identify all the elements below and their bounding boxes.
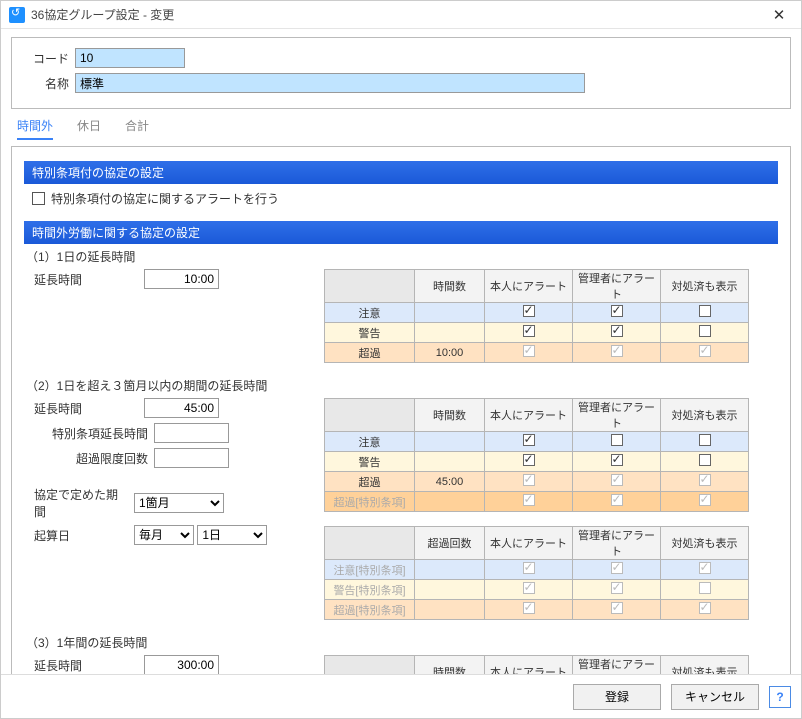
section-special: 特別条項付の協定の設定	[24, 161, 778, 184]
code-input[interactable]	[75, 48, 185, 68]
s2-ext-input[interactable]	[144, 398, 219, 418]
cancel-button[interactable]: キャンセル	[671, 684, 759, 710]
grid-checkbox	[611, 562, 623, 574]
s3-table: 時間数本人にアラート管理者にアラート対処済も表示注意警告超過300:00超過[特…	[324, 655, 749, 674]
s2-sp-input[interactable]	[154, 423, 229, 443]
header-panel: コード 名称	[11, 37, 791, 109]
submit-button[interactable]: 登録	[573, 684, 661, 710]
grid-checkbox	[523, 602, 535, 614]
grid-checkbox	[611, 345, 623, 357]
grid-checkbox[interactable]	[523, 305, 535, 317]
s1-ext-input[interactable]	[144, 269, 219, 289]
grid-checkbox	[611, 494, 623, 506]
tab-overtime[interactable]: 時間外	[17, 117, 53, 140]
grid-checkbox[interactable]	[523, 325, 535, 337]
s2-period-label: 協定で定めた期間	[24, 486, 134, 520]
s2-cnt-input[interactable]	[154, 448, 229, 468]
grid-checkbox[interactable]	[699, 325, 711, 337]
s2-start-month-select[interactable]: 毎月	[134, 525, 194, 545]
grid-checkbox	[699, 602, 711, 614]
s2-sp-label: 特別条項延長時間	[24, 425, 154, 442]
s1-title: （1）1日の延長時間	[26, 248, 778, 265]
s2-ext-label: 延長時間	[24, 400, 144, 417]
grid-checkbox[interactable]	[611, 454, 623, 466]
grid-checkbox	[523, 562, 535, 574]
grid-checkbox	[611, 582, 623, 594]
grid-checkbox[interactable]	[699, 434, 711, 446]
grid-checkbox	[611, 474, 623, 486]
grid-checkbox	[611, 602, 623, 614]
tab-total[interactable]: 合計	[125, 117, 149, 140]
grid-checkbox	[699, 562, 711, 574]
tabs: 時間外 休日 合計	[11, 109, 791, 146]
grid-checkbox	[523, 474, 535, 486]
name-input[interactable]	[75, 73, 585, 93]
special-alert-label: 特別条項付の協定に関するアラートを行う	[51, 190, 279, 207]
s3-ext-label: 延長時間	[24, 657, 144, 674]
app-icon	[9, 7, 25, 23]
grid-checkbox	[699, 474, 711, 486]
grid-checkbox	[699, 494, 711, 506]
s2-start-label: 起算日	[24, 527, 134, 544]
grid-checkbox	[523, 582, 535, 594]
titlebar: 36協定グループ設定 - 変更 ✕	[1, 1, 801, 29]
grid-checkbox[interactable]	[611, 434, 623, 446]
grid-checkbox[interactable]	[523, 434, 535, 446]
window-title: 36協定グループ設定 - 変更	[31, 6, 765, 23]
s3-ext-input[interactable]	[144, 655, 219, 674]
s3-title: （3）1年間の延長時間	[26, 634, 778, 651]
s1-table: 時間数本人にアラート管理者にアラート対処済も表示注意警告超過10:00	[324, 269, 749, 363]
grid-checkbox[interactable]	[699, 454, 711, 466]
code-label: コード	[24, 50, 69, 67]
settings-panel: 特別条項付の協定の設定 特別条項付の協定に関するアラートを行う 時間外労働に関す…	[11, 146, 791, 674]
grid-checkbox	[699, 345, 711, 357]
grid-checkbox[interactable]	[523, 454, 535, 466]
help-icon[interactable]: ?	[769, 686, 791, 708]
tab-holiday[interactable]: 休日	[77, 117, 101, 140]
special-alert-checkbox[interactable]	[32, 192, 45, 205]
content: コード 名称 時間外 休日 合計 特別条項付の協定の設定 特別条項付の協定に関す…	[1, 29, 801, 674]
window: 36協定グループ設定 - 変更 ✕ コード 名称 時間外 休日 合計 特別条項付…	[0, 0, 802, 719]
s2-title: （2）1日を超え３箇月以内の期間の延長時間	[26, 377, 778, 394]
grid-checkbox[interactable]	[611, 305, 623, 317]
s2b-table: 超過回数本人にアラート管理者にアラート対処済も表示注意[特別条項]警告[特別条項…	[324, 526, 749, 620]
s1-ext-label: 延長時間	[24, 271, 144, 288]
footer: 登録 キャンセル ?	[1, 674, 801, 718]
section-overtime: 時間外労働に関する協定の設定	[24, 221, 778, 244]
grid-checkbox[interactable]	[611, 325, 623, 337]
s2-period-select[interactable]: 1箇月	[134, 493, 224, 513]
s2-cnt-label: 超過限度回数	[24, 450, 154, 467]
name-label: 名称	[24, 75, 69, 92]
grid-checkbox	[523, 345, 535, 357]
close-icon[interactable]: ✕	[765, 6, 793, 24]
grid-checkbox	[523, 494, 535, 506]
s2-start-day-select[interactable]: 1日	[197, 525, 267, 545]
s2-table: 時間数本人にアラート管理者にアラート対処済も表示注意警告超過45:00超過[特別…	[324, 398, 749, 512]
grid-checkbox[interactable]	[699, 305, 711, 317]
grid-checkbox	[699, 582, 711, 594]
